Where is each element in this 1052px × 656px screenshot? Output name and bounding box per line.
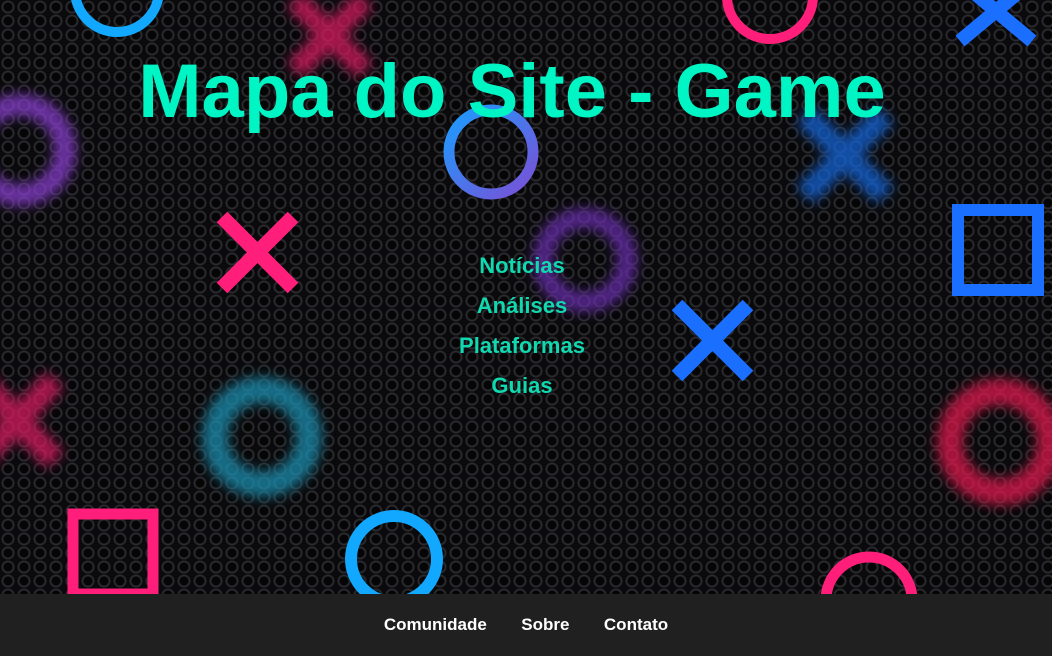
square-icon (952, 204, 1044, 296)
footer-link-sobre[interactable]: Sobre (521, 594, 569, 656)
footer-link-contato[interactable]: Contato (604, 594, 668, 656)
list-item: Guias (420, 370, 624, 410)
list-item: Análises (420, 290, 624, 330)
footer-link-comunidade[interactable]: Comunidade (384, 594, 487, 656)
cross-icon (671, 299, 754, 382)
footer: Comunidade Sobre Contato (0, 594, 1052, 656)
list-item: Notícias (420, 250, 624, 290)
cross-icon (216, 211, 299, 294)
page-title: Mapa do Site - Game (138, 49, 886, 134)
link-guias[interactable]: Guias (491, 373, 552, 398)
link-plataformas[interactable]: Plataformas (459, 333, 585, 358)
circle-icon (937, 379, 1052, 505)
link-noticias[interactable]: Notícias (479, 253, 565, 278)
link-analises[interactable]: Análises (477, 293, 568, 318)
circle-icon (71, 0, 163, 37)
cross-icon (955, 0, 1037, 47)
list-item: Plataformas (420, 330, 624, 370)
square-icon (67, 508, 159, 594)
sitemap-list: Notícias Análises Plataformas Guias (420, 250, 624, 410)
circle-icon (820, 551, 918, 594)
cross-icon (0, 371, 64, 469)
circle-icon (722, 0, 818, 44)
circle-icon (202, 377, 322, 497)
circle-icon (345, 510, 443, 594)
